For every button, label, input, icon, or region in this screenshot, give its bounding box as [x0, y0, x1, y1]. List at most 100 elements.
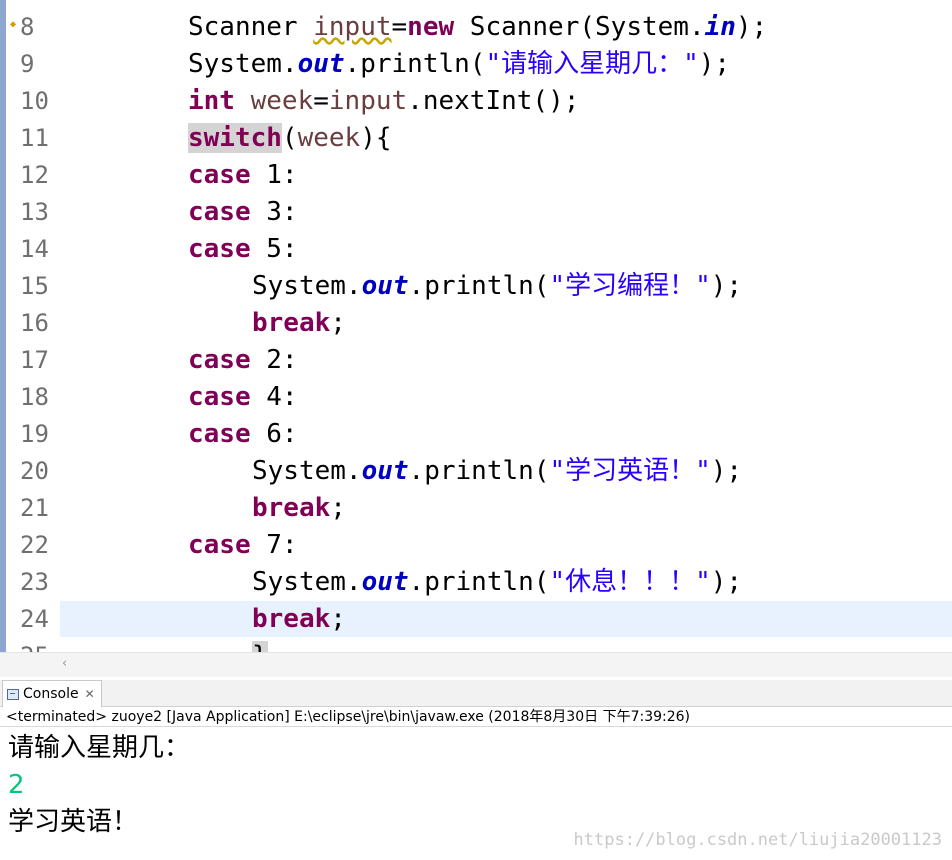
- tab-console[interactable]: Console ✕: [2, 680, 102, 707]
- warning-annotation-icon: ◆: [10, 19, 17, 30]
- line-number: 9: [20, 50, 35, 78]
- scroll-left-icon[interactable]: ‹: [62, 656, 67, 671]
- token: System.: [252, 456, 362, 486]
- code-line-16: break;: [252, 305, 346, 342]
- line-number: 11: [20, 124, 49, 152]
- token: );: [735, 12, 768, 42]
- token: "请输入星期几：": [485, 49, 699, 79]
- token: case: [188, 234, 251, 264]
- code-line-15: System.out.println("学习编程！");: [252, 268, 742, 305]
- code-line-11: switch(week){: [188, 120, 392, 157]
- token: out: [361, 567, 409, 597]
- line-number: 17: [20, 346, 49, 374]
- code-line-12: case 1:: [188, 157, 298, 194]
- code-line-10: int week=input.nextInt();: [188, 83, 579, 120]
- token: .println(: [344, 49, 486, 79]
- code-line-18: case 4:: [188, 379, 298, 416]
- line-number: 8: [20, 13, 35, 41]
- token: case: [188, 382, 251, 412]
- token: out: [297, 49, 345, 79]
- tab-console-label: Console: [23, 686, 79, 702]
- token: new: [407, 12, 455, 42]
- code-line-8: Scanner input=new Scanner(System.in);: [188, 9, 767, 46]
- token: =: [391, 12, 408, 42]
- line-number: 24: [20, 605, 49, 633]
- console-input-line: 2: [8, 770, 25, 800]
- line-number: 25: [20, 638, 60, 652]
- console-output-line: 学习英语！: [8, 807, 139, 837]
- line-number: 16: [20, 309, 49, 337]
- code-line-22: case 7:: [188, 527, 298, 564]
- close-icon[interactable]: ✕: [85, 687, 95, 701]
- token: 3:: [250, 197, 298, 227]
- line-number: 21: [20, 494, 49, 522]
- code-line-19: case 6:: [188, 416, 298, 453]
- token: case: [188, 530, 251, 560]
- console-output-line: 请输入星期几：: [8, 733, 191, 763]
- token: "学习英语！": [549, 456, 711, 486]
- token: input: [313, 12, 392, 42]
- code-line-14: case 5:: [188, 231, 298, 268]
- code-editor[interactable]: ◆ 8 9 10 11 12 13 14 15 16 17 18 19 20 2…: [0, 0, 952, 652]
- line-number: 20: [20, 457, 49, 485]
- token: ;: [330, 308, 346, 338]
- token: case: [188, 345, 251, 375]
- line-number: 22: [20, 531, 49, 559]
- token: input: [328, 86, 408, 116]
- token: =: [313, 86, 329, 116]
- code-line-25: }: [252, 638, 268, 652]
- token: 4:: [250, 382, 298, 412]
- console-tab-bar: Console ✕: [0, 680, 952, 707]
- token: System.: [252, 567, 362, 597]
- line-number: 18: [20, 383, 49, 411]
- code-line-20: System.out.println("学习英语！");: [252, 453, 742, 490]
- token: switch: [188, 123, 282, 153]
- line-number: 19: [20, 420, 49, 448]
- token: break: [252, 493, 331, 523]
- token: System.: [188, 49, 298, 79]
- token: case: [188, 197, 251, 227]
- token: 7:: [250, 530, 298, 560]
- token: 5:: [250, 234, 298, 264]
- token: out: [361, 271, 409, 301]
- token: }: [252, 641, 268, 652]
- token: .nextInt();: [407, 86, 580, 116]
- token: (: [281, 123, 298, 153]
- token: 1:: [250, 160, 298, 190]
- token: out: [361, 456, 409, 486]
- line-number: 23: [20, 568, 49, 596]
- token: );: [710, 271, 743, 301]
- token: System.: [252, 271, 362, 301]
- code-line-17: case 2:: [188, 342, 298, 379]
- horizontal-scrollbar[interactable]: ‹: [0, 652, 952, 677]
- token: int: [188, 86, 235, 116]
- token: case: [188, 419, 251, 449]
- token: Scanner: [188, 12, 298, 42]
- line-number: 10: [20, 87, 49, 115]
- token: 2:: [250, 345, 298, 375]
- line-number: 14: [20, 235, 49, 263]
- token: Scanner(System.: [454, 12, 705, 42]
- token: );: [698, 49, 731, 79]
- line-number: 15: [20, 272, 49, 300]
- token: .println(: [408, 456, 550, 486]
- token: "休息！！！": [549, 567, 711, 597]
- console-icon: [7, 688, 19, 700]
- code-line-9: System.out.println("请输入星期几：");: [188, 46, 730, 83]
- token: .println(: [408, 271, 550, 301]
- token: ){: [360, 123, 392, 153]
- code-line-13: case 3:: [188, 194, 298, 231]
- code-line-21: break;: [252, 490, 346, 527]
- line-number: 13: [20, 198, 49, 226]
- token: .println(: [408, 567, 550, 597]
- token: "学习编程！": [549, 271, 711, 301]
- token: ;: [330, 604, 346, 634]
- code-area[interactable]: Scanner input=new Scanner(System.in); Sy…: [60, 0, 952, 652]
- token: );: [710, 456, 743, 486]
- token: );: [710, 567, 743, 597]
- token: week: [297, 123, 361, 153]
- watermark: https://blog.csdn.net/liujia20001123: [573, 830, 942, 850]
- token: 6:: [250, 419, 298, 449]
- code-line-23: System.out.println("休息！！！");: [252, 564, 742, 601]
- token: in: [704, 12, 736, 42]
